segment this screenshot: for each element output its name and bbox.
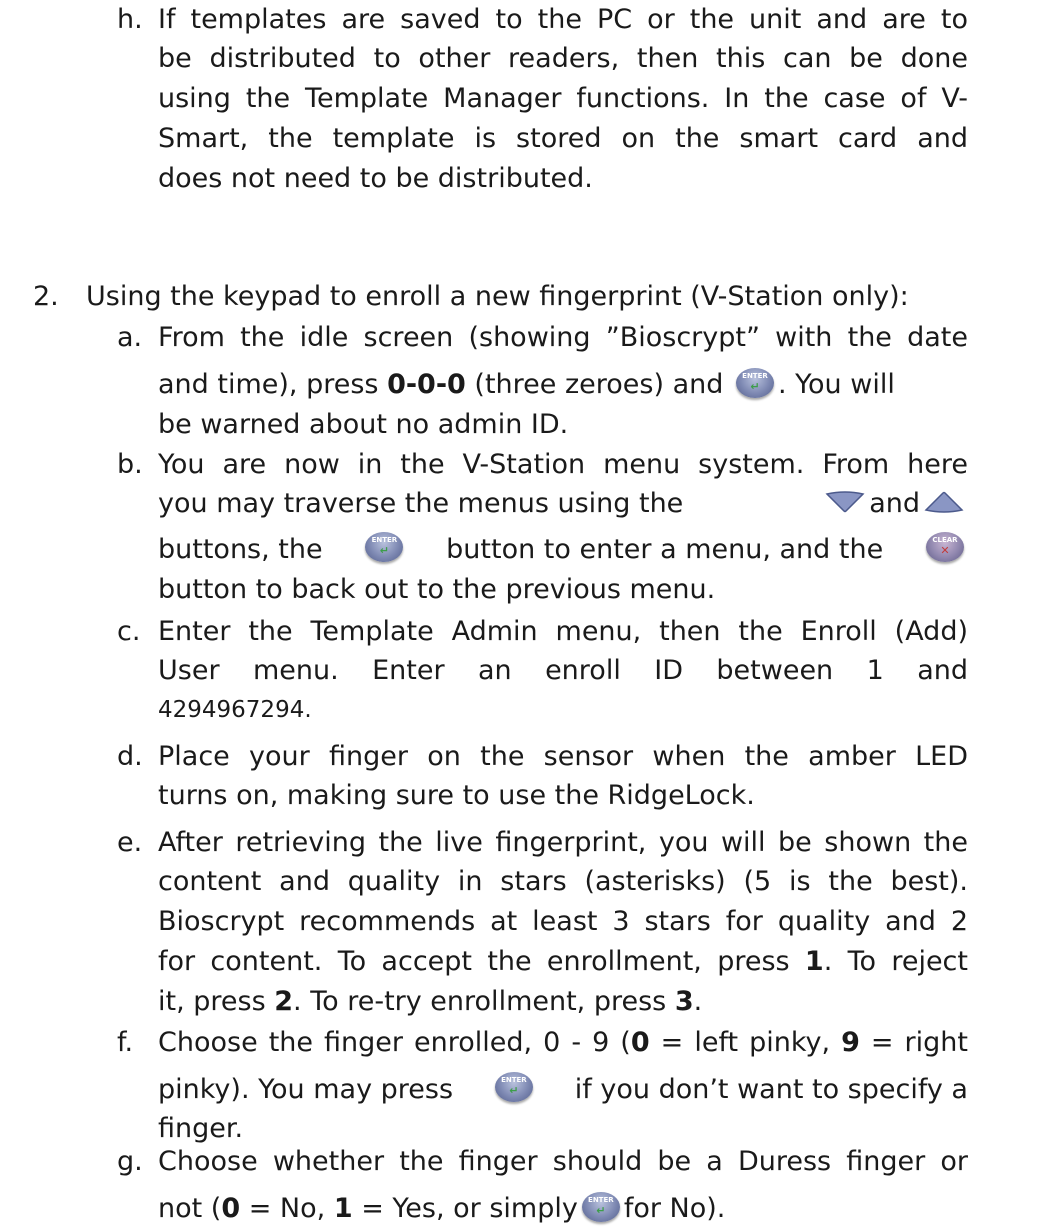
item-e-line-5: it, press 2. To re-try enrollment, press… xyxy=(158,982,702,1021)
enter-button-icon: ENTER ↵ xyxy=(581,1191,620,1222)
item-h-line-1: If templates are saved to the PC or the … xyxy=(158,4,968,35)
clear-button-icon: CLEAR ✕ xyxy=(925,531,964,562)
enter-icon-caption: ENTER xyxy=(371,535,398,544)
item-f-line-2-post: if you don’t want to specify a xyxy=(574,1074,968,1105)
item-label-d: d. xyxy=(117,741,143,772)
enter-icon-mark: ↵ xyxy=(596,1203,606,1217)
item-b-and: and xyxy=(869,488,920,519)
item-b-line-2-text: you may traverse the menus using the xyxy=(158,488,684,519)
item-g-line-2-mid1: = No, xyxy=(240,1193,334,1224)
item-f-line-2-text: pinky). You may press xyxy=(158,1074,454,1105)
item-label-b: b. xyxy=(117,449,143,480)
item-d-line-2: turns on, making sure to use the RidgeLo… xyxy=(158,780,755,811)
item-g-line-2-post: for No). xyxy=(623,1193,726,1224)
enter-button-icon: ENTER ↵ xyxy=(365,531,404,562)
item-label-e: e. xyxy=(117,827,143,858)
item-h-line-3: using the Template Manager functions. In… xyxy=(158,83,968,114)
item-e-line-1: After retrieving the live fingerprint, y… xyxy=(158,827,968,858)
enter-icon-caption: ENTER xyxy=(501,1075,527,1084)
item-label-g: g. xyxy=(117,1146,143,1177)
step-number-2: 2. xyxy=(33,281,59,312)
item-e-line-4: for content. To accept the enrollment, p… xyxy=(158,942,968,981)
item-a-line-2: and time), press 0-0-0 (three zeroes) an… xyxy=(158,365,968,404)
enter-icon-caption: ENTER xyxy=(742,371,768,380)
item-e-line-4-post: . To reject xyxy=(823,946,968,977)
item-f-line-1-mid: = left pinky, xyxy=(649,1027,842,1058)
item-d-line-1: Place your finger on the sensor when the… xyxy=(158,741,968,772)
item-g-line-1: Choose whether the finger should be a Du… xyxy=(158,1146,968,1177)
item-b-line-4: button to back out to the previous menu. xyxy=(158,574,716,605)
item-c-line-2: User menu. Enter an enroll ID between 1 … xyxy=(158,655,968,686)
item-f-right-key: 9 xyxy=(841,1027,860,1058)
item-e-accept-key: 1 xyxy=(804,946,824,977)
item-b-line-3: buttons, the ENTER ↵ button to enter a me… xyxy=(158,530,968,569)
up-arrow-icon xyxy=(924,491,964,513)
clear-icon-mark: ✕ xyxy=(940,543,950,557)
item-e-line-3: Bioscrypt recommends at least 3 stars fo… xyxy=(158,906,968,937)
item-h-line-4: Smart, the template is stored on the sma… xyxy=(158,123,968,154)
item-label-f: f. xyxy=(117,1027,134,1058)
item-e-line-2: content and quality in stars (asterisks)… xyxy=(158,866,968,897)
item-f-line-1: Choose the finger enrolled, 0 - 9 (0 = l… xyxy=(158,1023,968,1062)
item-f-left-key: 0 xyxy=(630,1027,650,1058)
item-b-line-1: You are now in the V-Station menu system… xyxy=(158,449,968,480)
item-h-line-5: does not need to be distributed. xyxy=(158,163,593,194)
item-e-line-5-mid: . To re-try enrollment, press xyxy=(293,986,675,1017)
clear-icon-caption: CLEAR xyxy=(932,535,958,544)
item-g-line-2-mid2: = Yes, or simply xyxy=(352,1193,578,1224)
enter-button-icon: ENTER ↵ xyxy=(735,367,774,398)
item-label-a: a. xyxy=(117,322,143,353)
item-f-line-1-text: Choose the finger enrolled, 0 - 9 ( xyxy=(158,1027,631,1058)
item-c-line-1: Enter the Template Admin menu, then the … xyxy=(158,616,968,647)
enter-icon-mark: ↵ xyxy=(750,379,760,393)
item-label-c: c. xyxy=(117,616,141,647)
enter-button-icon: ENTER ↵ xyxy=(494,1071,533,1102)
item-b-line-3-mid: button to enter a menu, and the xyxy=(446,534,884,565)
item-a-line-2-mid: (three zeroes) and xyxy=(465,369,732,400)
item-a-line-2-post: . You will xyxy=(777,369,895,400)
item-e-line-5-text: it, press xyxy=(158,986,275,1017)
item-a-code: 0-0-0 xyxy=(387,369,466,400)
down-arrow-icon xyxy=(825,490,865,513)
item-e-line-5-post: . xyxy=(693,986,703,1017)
item-a-line-1: From the idle screen (showing ”Bioscrypt… xyxy=(158,322,968,353)
item-a-line-3: be warned about no admin ID. xyxy=(158,409,569,440)
item-f-line-1-post: = right xyxy=(859,1027,969,1058)
item-g-no-key: 0 xyxy=(221,1193,241,1224)
item-b-line-3-text: buttons, the xyxy=(158,534,323,565)
item-g-yes-key: 1 xyxy=(333,1193,353,1224)
item-g-line-2: not (0 = No, 1 = Yes, or simply ENTER ↵ for… xyxy=(158,1189,725,1228)
item-label-h: h. xyxy=(117,4,143,35)
step-2-heading: Using the keypad to enroll a new fingerp… xyxy=(86,281,909,312)
item-e-retry-key: 3 xyxy=(674,986,694,1017)
item-c-line-3: 4294967294. xyxy=(158,697,312,723)
item-f-line-2: pinky). You may press ENTER ↵ if you don’… xyxy=(158,1070,968,1109)
item-a-line-2-text: and time), press xyxy=(158,369,388,400)
enter-icon-mark: ↵ xyxy=(509,1083,519,1097)
item-g-line-2-text: not ( xyxy=(158,1193,222,1224)
item-e-reject-key: 2 xyxy=(274,986,294,1017)
enter-icon-mark: ↵ xyxy=(379,543,389,557)
item-b-line-2: you may traverse the menus using the and xyxy=(158,484,968,523)
item-h-line-2: be distributed to other readers, then th… xyxy=(158,43,968,74)
item-e-line-4-text: for content. To accept the enrollment, p… xyxy=(158,946,805,977)
